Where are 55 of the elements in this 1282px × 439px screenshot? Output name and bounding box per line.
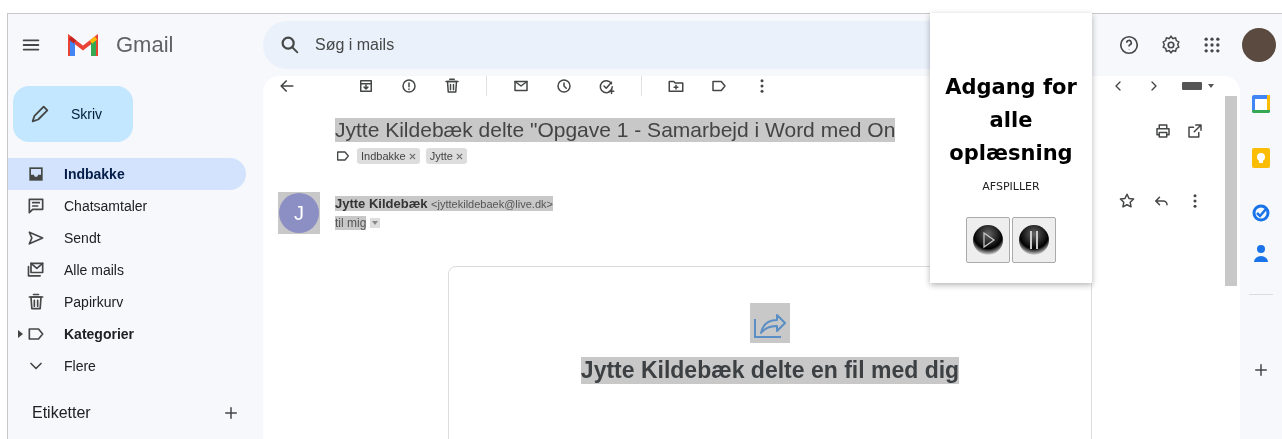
mail-stack-icon[interactable] [26,260,46,280]
pencil-icon [29,103,51,125]
checkmark-circle-icon[interactable] [1252,204,1270,222]
close-icon[interactable] [455,152,463,160]
send-icon[interactable] [26,228,46,248]
popup-title: Adgang for alle oplæsning [944,74,1078,167]
add-task-icon[interactable] [598,77,616,95]
nav-item[interactable]: Indbakke [8,158,246,190]
nav-item[interactable]: Papirkurv [8,286,246,318]
add-icon[interactable] [222,404,240,422]
recipient-label: til mig [335,216,367,230]
close-icon[interactable] [408,152,416,160]
star-icon[interactable] [1118,192,1136,210]
card-heading: Jytte Kildebæk delte en fil med dig [580,357,960,384]
sender-avatar: J [279,193,319,233]
clock-icon[interactable] [555,77,573,95]
pause-icon [1018,224,1050,256]
keyboard-icon[interactable] [1182,80,1214,92]
label-icon[interactable] [335,148,351,164]
add-icon[interactable] [1252,361,1270,379]
play-icon [972,224,1004,256]
email-subject: Jytte Kildebæk delte "Opgave 1 - Samarbejd i Word med On [335,118,896,142]
nav-item[interactable]: Sendt [8,222,246,254]
play-button[interactable] [966,217,1010,263]
pause-button[interactable] [1012,217,1056,263]
compose-button[interactable]: Skriv [13,86,133,142]
trash-icon[interactable] [26,292,46,312]
apps-grid-icon[interactable] [1202,35,1222,55]
label-chip[interactable]: Indbakke [357,148,420,164]
nav-item[interactable]: Alle mails [8,254,246,286]
chat-icon[interactable] [26,196,46,216]
search-icon[interactable] [279,34,301,56]
person-icon[interactable] [1253,244,1269,262]
envelope-m-logo-icon[interactable] [68,33,98,57]
expand-caret-icon[interactable] [18,330,24,338]
report-icon[interactable] [400,77,418,95]
inbox-icon[interactable] [26,164,46,184]
calendar-icon[interactable] [1251,94,1271,114]
dropdown-toggle[interactable] [370,218,381,228]
app-name: Gmail [116,32,174,58]
section-heading: AFSPILLER [982,180,1040,193]
settings-icon[interactable] [1160,34,1182,56]
nav-item[interactable]: Kategorier [8,318,246,350]
help-icon[interactable] [1118,34,1140,56]
open-new-window-icon[interactable] [1186,122,1204,140]
search-field[interactable]: Søg i mails [315,25,875,65]
print-icon[interactable] [1154,122,1172,140]
scrollbar[interactable] [1225,96,1237,286]
nav-item[interactable]: Flere [8,350,246,382]
label-chip[interactable]: Jytte [425,148,467,164]
nav-item[interactable]: Chatsamtaler [8,190,246,222]
section-heading: Etiketter [32,404,91,422]
archive-icon[interactable] [357,77,375,95]
avatar[interactable] [1242,28,1276,62]
trash-icon[interactable] [443,77,461,95]
